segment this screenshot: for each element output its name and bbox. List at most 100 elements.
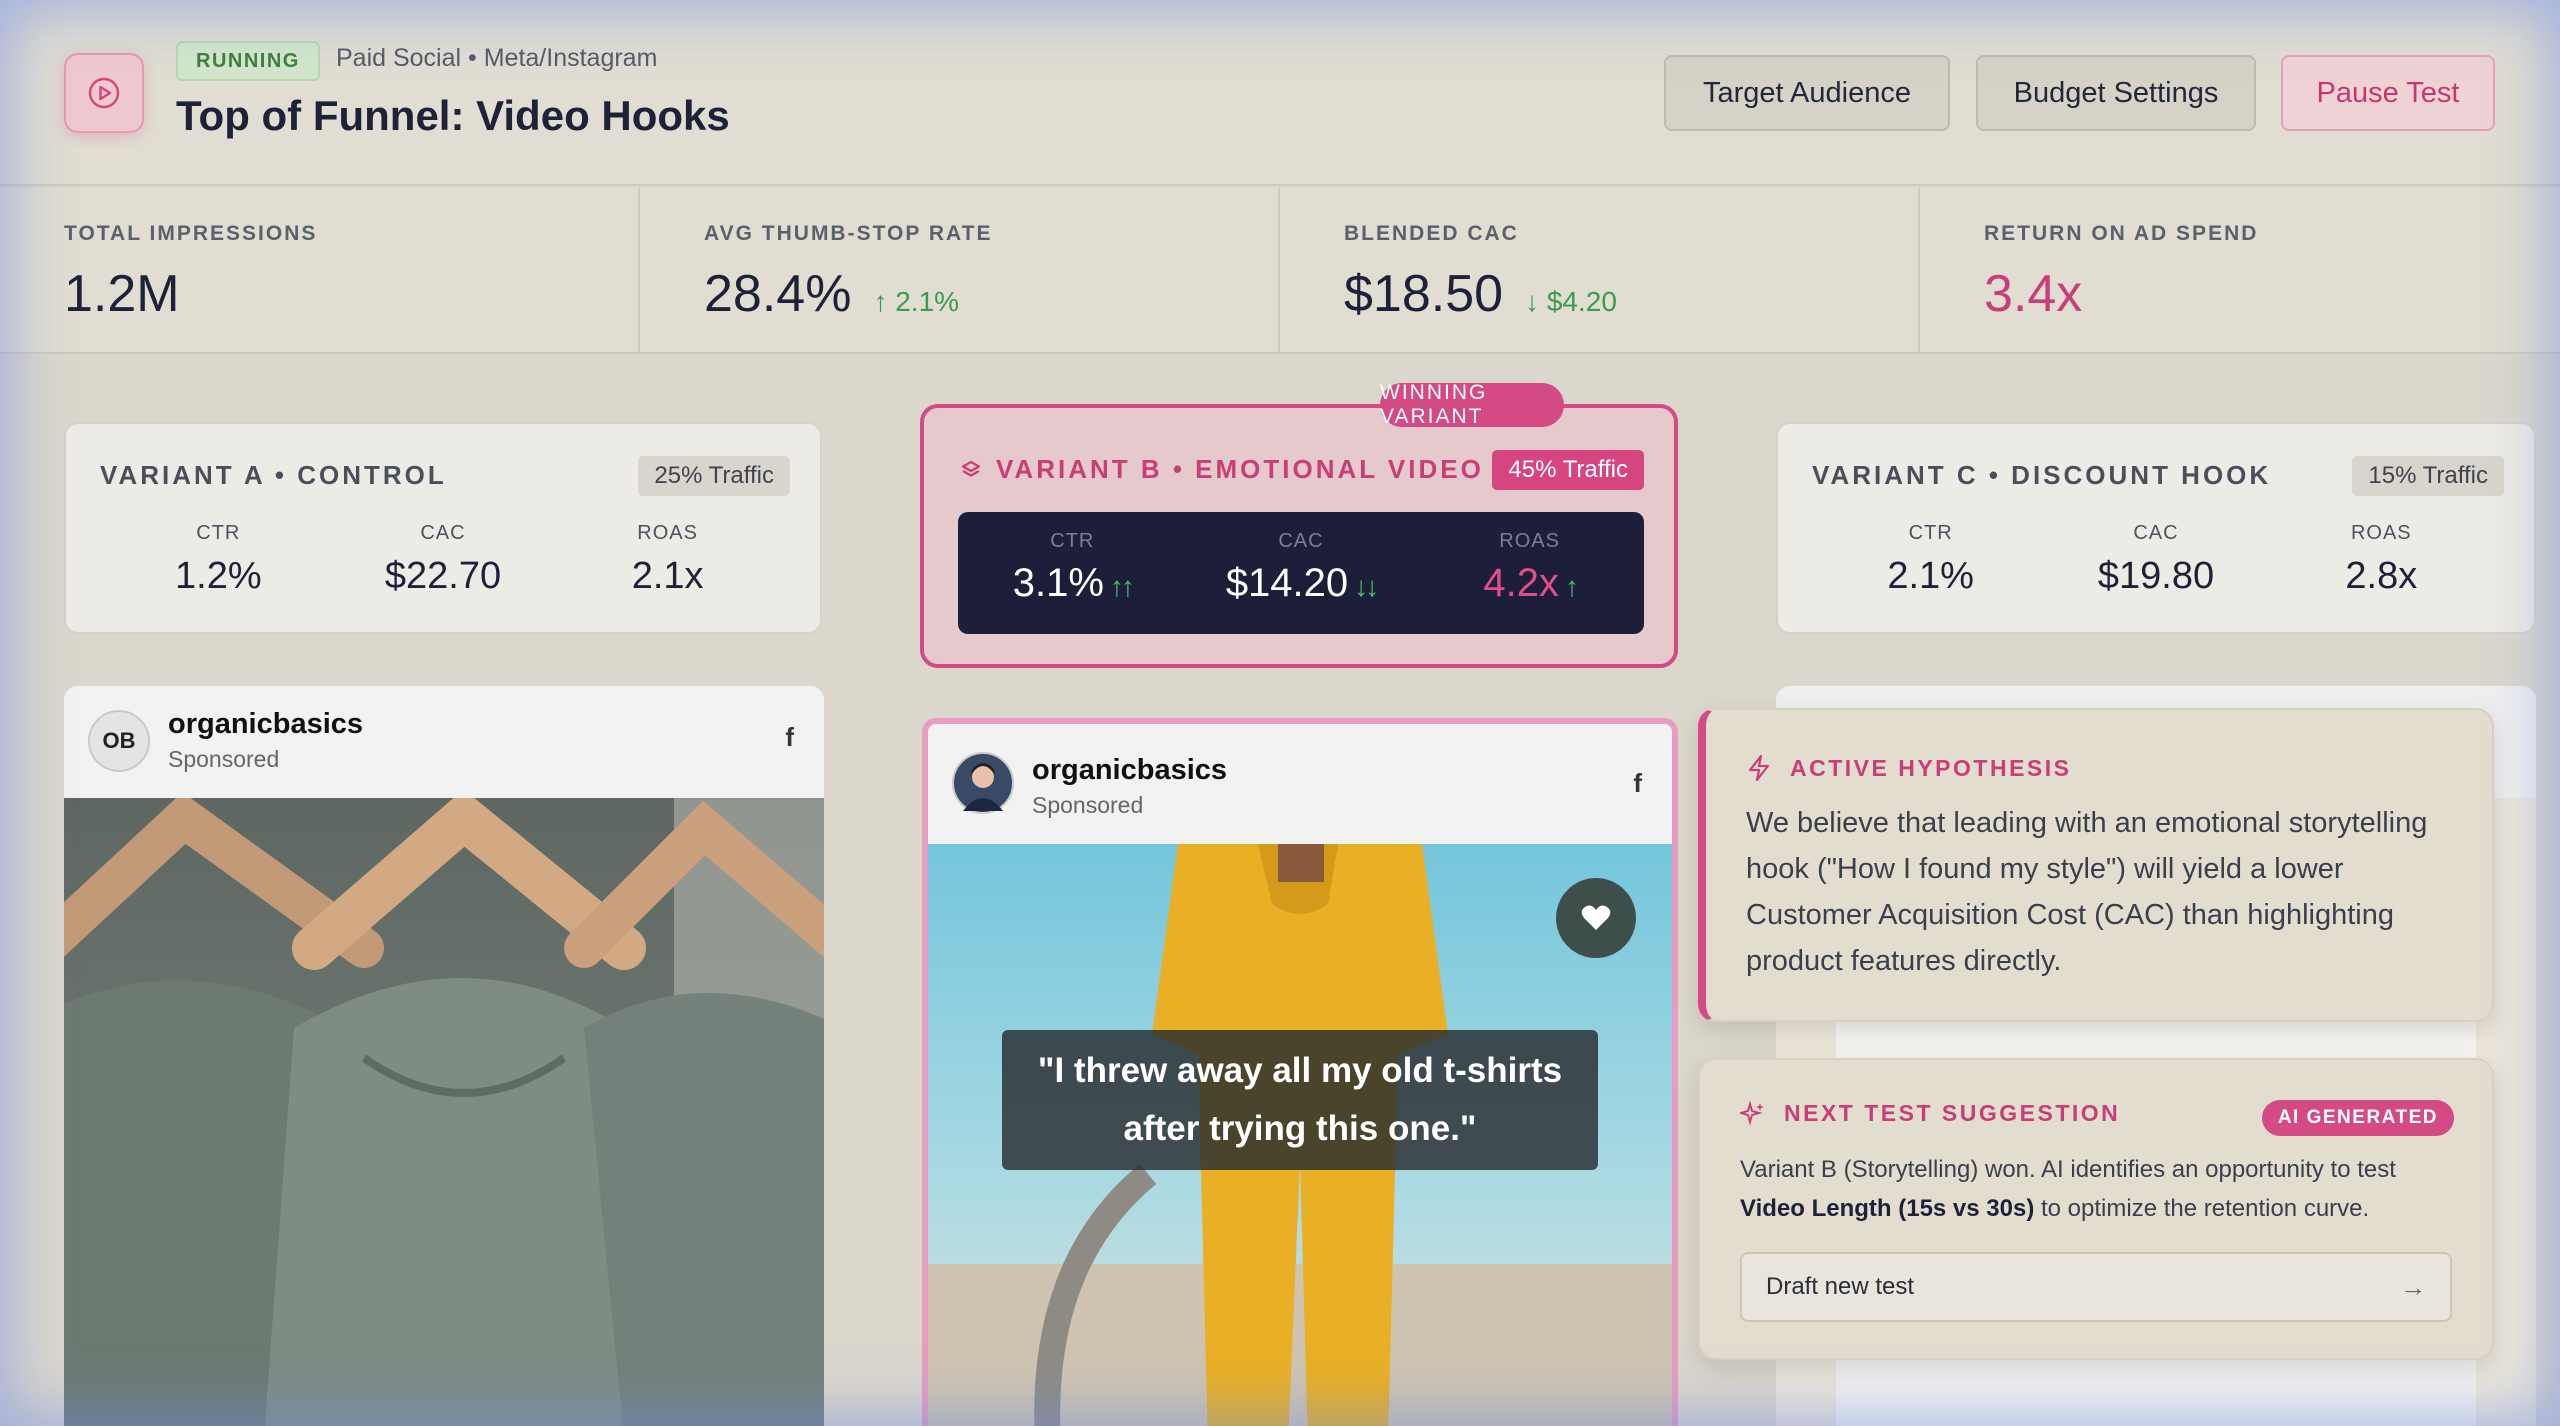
play-icon bbox=[64, 53, 144, 133]
metric-label: CAC bbox=[2133, 522, 2179, 544]
metric-cac: CAC $22.70 bbox=[343, 522, 543, 598]
stat-thumb-stop: AVG THUMB-STOP RATE 28.4% ↑ 2.1% bbox=[640, 188, 1280, 352]
variant-title: VARIANT B • EMOTIONAL VIDEO bbox=[996, 454, 1484, 484]
facebook-icon: f bbox=[785, 722, 794, 752]
target-audience-button[interactable]: Target Audience bbox=[1664, 55, 1950, 131]
variant-a-card[interactable]: VARIANT A • CONTROL 25% Traffic CTR 1.2% … bbox=[64, 422, 822, 634]
traffic-badge: 25% Traffic bbox=[638, 456, 790, 496]
suggestion-text-end: to optimize the retention curve. bbox=[2034, 1195, 2370, 1222]
metric-roas: ROAS 2.8x bbox=[2281, 522, 2481, 598]
metric-label: ROAS bbox=[2350, 522, 2412, 544]
variant-title-row: VARIANT B • EMOTIONAL VIDEO bbox=[960, 454, 1484, 485]
metric-value-row: 3.1% ↑↑ bbox=[962, 561, 1182, 606]
winner-metrics: CTR 3.1% ↑↑ CAC $14.20 ↓↓ ROAS 4.2x ↑ bbox=[958, 512, 1644, 634]
variant-c-card[interactable]: VARIANT C • DISCOUNT HOOK 15% Traffic CT… bbox=[1776, 422, 2536, 634]
facebook-icon: f bbox=[1633, 768, 1642, 798]
stats-bar: TOTAL IMPRESSIONS 1.2M AVG THUMB-STOP RA… bbox=[0, 188, 2560, 354]
stat-value: 1.2M bbox=[64, 265, 180, 323]
stat-label: BLENDED CAC bbox=[1344, 222, 1519, 245]
sponsored-label: Sponsored bbox=[168, 746, 280, 772]
metric-label: ROAS bbox=[1499, 530, 1560, 552]
metric-ctr: CTR 1.2% bbox=[118, 522, 318, 598]
metric-value: 4.2x bbox=[1483, 561, 1559, 605]
hypothesis-title-row: ACTIVE HYPOTHESIS bbox=[1746, 754, 2071, 782]
metric-value-row: $14.20 ↓↓ bbox=[1191, 561, 1411, 606]
metric-roas: ROAS 4.2x ↑ bbox=[1420, 530, 1640, 634]
hypothesis-text: We believe that leading with an emotiona… bbox=[1746, 807, 2428, 977]
metric-label: CAC bbox=[420, 522, 466, 544]
metric-value: $19.80 bbox=[2097, 555, 2215, 597]
trend-arrows: ↑ bbox=[1564, 571, 1579, 602]
heart-icon bbox=[1581, 905, 1611, 930]
pause-test-button[interactable]: Pause Test bbox=[2281, 55, 2495, 131]
page-title: Top of Funnel: Video Hooks bbox=[176, 92, 730, 139]
arrow-right-icon: → bbox=[2400, 1271, 2426, 1302]
metric-value: 2.8x bbox=[2345, 555, 2418, 597]
ad-preview-a[interactable]: OB organicbasics Sponsored f bbox=[64, 686, 824, 1426]
stat-label: TOTAL IMPRESSIONS bbox=[64, 222, 318, 245]
budget-settings-button[interactable]: Budget Settings bbox=[1976, 55, 2256, 131]
stat-value: 28.4% bbox=[704, 265, 852, 323]
suggestion-highlight: Video Length (15s vs 30s) bbox=[1740, 1195, 2035, 1222]
stat-impressions: TOTAL IMPRESSIONS 1.2M bbox=[0, 188, 640, 352]
ad-header: OB organicbasics Sponsored f bbox=[64, 686, 824, 798]
metric-value: $22.70 bbox=[384, 555, 502, 597]
suggestion-text: Variant B (Storytelling) won. AI identif… bbox=[1740, 1150, 2452, 1228]
avatar: OB bbox=[88, 710, 150, 772]
winning-variant-badge: WINNING VARIANT bbox=[1380, 381, 1564, 428]
metric-value: 2.1x bbox=[631, 555, 704, 597]
ad-header: organicbasics Sponsored f bbox=[928, 724, 1672, 844]
metric-value: 2.1% bbox=[1887, 555, 1974, 597]
variant-b-card[interactable]: VARIANT B • EMOTIONAL VIDEO 45% Traffic … bbox=[920, 404, 1678, 668]
avatar bbox=[952, 752, 1014, 814]
metric-ctr: CTR 2.1% bbox=[1831, 522, 2031, 598]
traffic-badge: 15% Traffic bbox=[2352, 456, 2504, 496]
stat-blended-cac: BLENDED CAC $18.50 ↓ $4.20 bbox=[1280, 188, 1920, 352]
metric-label: CAC bbox=[1278, 530, 1324, 552]
like-button[interactable] bbox=[1556, 878, 1636, 958]
stat-value: 3.4x bbox=[1984, 265, 2083, 323]
stat-label: RETURN ON AD SPEND bbox=[1984, 222, 2259, 245]
metric-value: 1.2% bbox=[175, 555, 262, 597]
variant-title: VARIANT C • DISCOUNT HOOK bbox=[1812, 460, 2272, 490]
sparkle-icon bbox=[1740, 1100, 1764, 1126]
hypothesis-title: ACTIVE HYPOTHESIS bbox=[1790, 754, 2072, 781]
metric-cac: CAC $14.20 ↓↓ bbox=[1191, 530, 1411, 634]
sponsored-label: Sponsored bbox=[1032, 792, 1144, 818]
next-test-panel: NEXT TEST SUGGESTION AI GENERATED Varian… bbox=[1698, 1058, 2494, 1360]
metric-value: 3.1% bbox=[1012, 561, 1104, 605]
brand-name: organicbasics bbox=[1032, 754, 1228, 786]
video-caption: "I threw away all my old t-shirts after … bbox=[1002, 1030, 1598, 1170]
stat-label: AVG THUMB-STOP RATE bbox=[704, 222, 993, 245]
metric-value-row: 4.2x ↑ bbox=[1420, 561, 1640, 606]
draft-new-test-button[interactable]: Draft new test → bbox=[1740, 1252, 2452, 1322]
stat-value: $18.50 bbox=[1344, 265, 1504, 323]
stat-delta: ↓ $4.20 bbox=[1525, 286, 1617, 317]
traffic-badge: 45% Traffic bbox=[1492, 450, 1644, 490]
trend-arrows: ↑↑ bbox=[1109, 571, 1135, 602]
status-badge: RUNNING bbox=[176, 41, 320, 81]
suggestion-text-start: Variant B (Storytelling) won. AI identif… bbox=[1740, 1156, 2396, 1183]
trend-arrows: ↓↓ bbox=[1354, 571, 1379, 602]
tshirt-hangers-image bbox=[64, 798, 824, 1426]
active-hypothesis-panel: ACTIVE HYPOTHESIS We believe that leadin… bbox=[1698, 708, 2494, 1022]
stat-roas: RETURN ON AD SPEND 3.4x bbox=[1920, 188, 2560, 352]
metric-cac: CAC $19.80 bbox=[2056, 522, 2256, 598]
ai-generated-badge: AI GENERATED bbox=[2261, 1100, 2454, 1136]
channel-label: Paid Social • Meta/Instagram bbox=[336, 44, 658, 72]
metric-roas: ROAS 2.1x bbox=[568, 522, 768, 598]
suggestion-title-row: NEXT TEST SUGGESTION bbox=[1740, 1100, 2120, 1127]
draft-label: Draft new test bbox=[1766, 1273, 1915, 1300]
lightning-icon bbox=[1748, 754, 1770, 782]
metric-label: CTR bbox=[1050, 530, 1095, 552]
brand-name: organicbasics bbox=[168, 708, 364, 740]
suggestion-title: NEXT TEST SUGGESTION bbox=[1784, 1100, 2121, 1126]
metric-value: $14.20 bbox=[1225, 561, 1349, 605]
metric-ctr: CTR 3.1% ↑↑ bbox=[962, 530, 1182, 634]
variant-title: VARIANT A • CONTROL bbox=[100, 460, 447, 490]
ad-preview-b[interactable]: organicbasics Sponsored f "I threw away … bbox=[922, 718, 1678, 1426]
metric-label: CTR bbox=[1908, 522, 1953, 544]
stat-delta: ↑ 2.1% bbox=[873, 286, 960, 317]
metric-label: ROAS bbox=[637, 522, 698, 544]
metric-label: CTR bbox=[196, 522, 241, 544]
